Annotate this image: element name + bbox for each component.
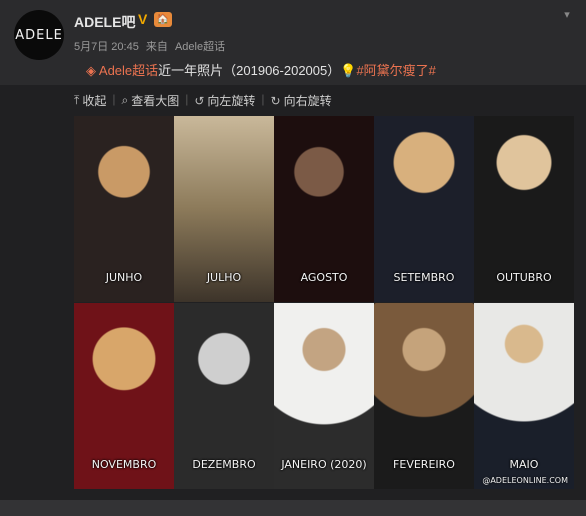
- avatar[interactable]: ADELE: [14, 10, 64, 60]
- arrow-up-icon: ⤒: [74, 93, 80, 107]
- vip-badge-icon: V: [138, 11, 148, 27]
- photo-novembro[interactable]: NOVEMBRO: [74, 303, 174, 489]
- diamond-icon: ◈: [86, 63, 96, 78]
- photo-label: JUNHO: [105, 271, 143, 284]
- view-large-button[interactable]: ⌕ 查看大图: [121, 92, 179, 109]
- lightbulb-emoji: 💡: [340, 63, 357, 78]
- photo-julho[interactable]: JULHO: [174, 116, 274, 302]
- photo-fevereiro[interactable]: FEVEREIRO: [374, 303, 474, 489]
- chevron-down-icon[interactable]: ▾: [560, 8, 574, 22]
- post-body: 近一年照片（201906-202005）: [158, 63, 341, 78]
- timestamp[interactable]: 5月7日 20:45: [74, 41, 139, 53]
- post-text: ◈ Adele超话近一年照片（201906-202005）💡#阿黛尔瘦了#: [86, 60, 436, 79]
- photo-label: OUTUBRO: [496, 271, 552, 284]
- photo-label: FEVEREIRO: [393, 458, 455, 471]
- photo-agosto[interactable]: AGOSTO: [274, 116, 374, 302]
- source-link[interactable]: Adele超话: [175, 41, 225, 53]
- photo-label: JANEIRO (2020): [281, 458, 367, 471]
- post-meta: 5月7日 20:45 来自 Adele超话: [74, 38, 229, 54]
- photo-dezembro[interactable]: DEZEMBRO: [174, 303, 274, 489]
- photo-junho[interactable]: JUNHO: [74, 116, 174, 302]
- rotate-right-label: 向右旋转: [283, 94, 332, 108]
- rotate-left-icon: ↺: [194, 93, 205, 108]
- collapse-label: 收起: [82, 94, 107, 108]
- photo-setembro[interactable]: SETEMBRO: [374, 116, 474, 302]
- toolbar-divider: |: [185, 92, 189, 106]
- photo-label: MAIO: [509, 458, 539, 471]
- toolbar-divider: |: [112, 92, 116, 106]
- supertopic-link[interactable]: Adele超话: [99, 63, 158, 78]
- photo-label: NOVEMBRO: [91, 458, 157, 471]
- username[interactable]: ADELE吧: [74, 12, 135, 32]
- image-toolbar: ⤒ 收起 | ⌕ 查看大图 | ↺ 向左旋转 | ↻ 向右旋转: [74, 92, 332, 109]
- action-bar: [0, 500, 586, 516]
- hashtag-link[interactable]: #阿黛尔瘦了#: [356, 63, 435, 78]
- watermark: @ADELEONLINE.COM: [482, 476, 568, 485]
- photo-maio[interactable]: MAIO @ADELEONLINE.COM: [474, 303, 574, 489]
- photo-label: DEZEMBRO: [192, 458, 256, 471]
- photo-janeiro[interactable]: JANEIRO (2020): [274, 303, 374, 489]
- level-badge-icon: 🏠: [154, 12, 172, 27]
- source-prefix: 来自: [145, 41, 168, 53]
- magnifier-icon: ⌕: [121, 93, 129, 107]
- rotate-left-button[interactable]: ↺ 向左旋转: [194, 92, 255, 109]
- rotate-right-button[interactable]: ↻ 向右旋转: [271, 92, 332, 109]
- photo-label: JULHO: [206, 271, 242, 284]
- rotate-right-icon: ↻: [270, 93, 281, 108]
- view-large-label: 查看大图: [131, 94, 180, 108]
- photo-collage[interactable]: JUNHO JULHO AGOSTO SETEMBRO OUTUBRO NOVE…: [74, 116, 574, 489]
- photo-outubro[interactable]: OUTUBRO: [474, 116, 574, 302]
- toolbar-divider: |: [261, 92, 265, 106]
- collapse-button[interactable]: ⤒ 收起: [74, 92, 106, 109]
- photo-label: AGOSTO: [300, 271, 348, 284]
- rotate-left-label: 向左旋转: [207, 94, 256, 108]
- photo-label: SETEMBRO: [393, 271, 455, 284]
